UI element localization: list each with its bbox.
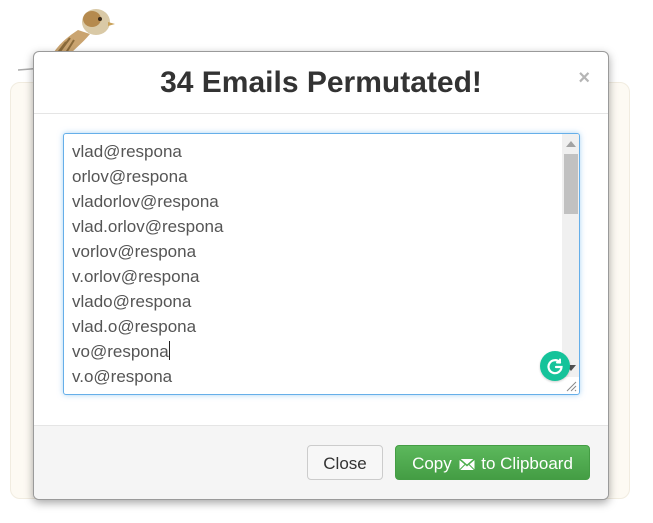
text-caret	[168, 341, 170, 360]
copy-label: Copy	[412, 454, 452, 473]
vertical-scrollbar[interactable]	[562, 134, 579, 377]
email-line: vorlov@respona	[72, 242, 197, 261]
permutation-modal: 34 Emails Permutated! × vlad@respona orl…	[33, 51, 609, 500]
to-clipboard-label: to Clipboard	[481, 454, 573, 473]
modal-title: 34 Emails Permutated!	[160, 66, 482, 99]
modal-header: 34 Emails Permutated! ×	[34, 52, 608, 114]
email-line-with-caret: vo@respona	[72, 339, 223, 364]
email-line: v.o@respona	[72, 367, 173, 386]
copy-to-clipboard-button[interactable]: Copy to Clipboard	[395, 445, 590, 480]
email-line: vlad.o@respona	[72, 317, 197, 336]
email-line: vlad.orlov@respona	[72, 217, 224, 236]
resize-grip-icon[interactable]	[565, 380, 577, 392]
grammarly-icon[interactable]	[540, 351, 570, 381]
close-button[interactable]: Close	[307, 445, 383, 480]
email-line: vo@respona	[72, 342, 169, 361]
close-icon[interactable]: ×	[578, 68, 590, 88]
email-line: vladorlov@respona	[72, 192, 219, 211]
email-line: vlado@respona	[72, 292, 192, 311]
email-line: vlad@respona	[72, 142, 182, 161]
emails-textarea[interactable]: vlad@respona orlov@respona vladorlov@res…	[63, 133, 580, 395]
scroll-up-arrow-icon[interactable]	[566, 141, 576, 147]
page: 34 Emails Permutated! × vlad@respona orl…	[0, 0, 653, 523]
email-list: vlad@respona orlov@respona vladorlov@res…	[72, 139, 223, 389]
email-line: v.orlov@respona	[72, 267, 200, 286]
envelope-icon	[458, 458, 475, 471]
email-line: orlov@respona	[72, 167, 188, 186]
modal-footer: Close Copy to Clipboard	[34, 426, 608, 499]
modal-body: vlad@respona orlov@respona vladorlov@res…	[34, 114, 608, 426]
scrollbar-thumb[interactable]	[564, 154, 578, 214]
